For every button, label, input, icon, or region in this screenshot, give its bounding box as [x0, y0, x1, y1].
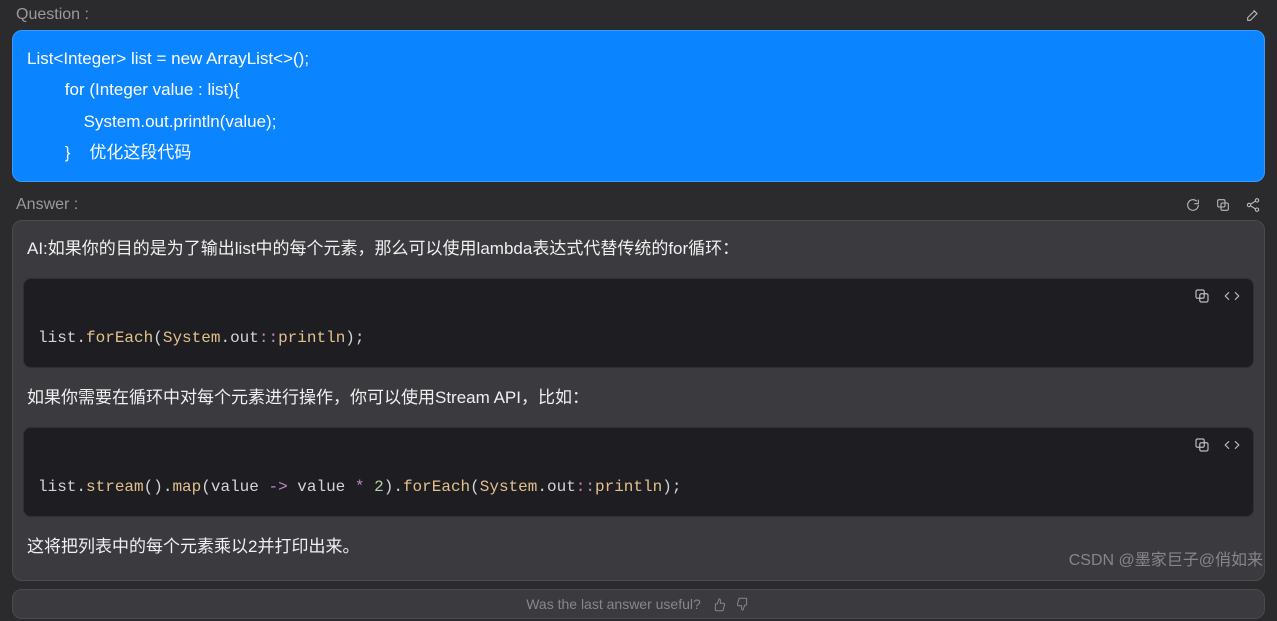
copy-icon[interactable]	[1215, 197, 1231, 213]
answer-header: Answer :	[0, 190, 1277, 218]
code-body-2[interactable]: list.stream().map(value -> value * 2).fo…	[24, 458, 1253, 516]
edit-icon[interactable]	[1245, 7, 1261, 23]
answer-outro: 这将把列表中的每个元素乘以2并打印出来。	[13, 523, 1264, 570]
insert-code-icon[interactable]	[1223, 436, 1241, 454]
question-body: List<Integer> list = new ArrayList<>(); …	[12, 30, 1265, 182]
thumbs-up-icon[interactable]	[711, 597, 726, 612]
feedback-prompt: Was the last answer useful?	[526, 596, 701, 612]
code-body-1[interactable]: list.forEach(System.out::println);	[24, 309, 1253, 367]
question-label: Question :	[16, 6, 89, 24]
answer-mid: 如果你需要在循环中对每个元素进行操作，你可以使用Stream API，比如：	[13, 374, 1264, 421]
share-icon[interactable]	[1245, 197, 1261, 213]
copy-code-icon[interactable]	[1193, 287, 1211, 305]
answer-intro: AI:如果你的目的是为了输出list中的每个元素，那么可以使用lambda表达式…	[13, 225, 1264, 272]
question-header: Question :	[0, 0, 1277, 28]
answer-label: Answer :	[16, 196, 78, 214]
refresh-icon[interactable]	[1185, 197, 1201, 213]
code-block-2: list.stream().map(value -> value * 2).fo…	[23, 427, 1254, 517]
copy-code-icon[interactable]	[1193, 436, 1211, 454]
answer-body: AI:如果你的目的是为了输出list中的每个元素，那么可以使用lambda表达式…	[12, 220, 1265, 582]
code-block-1: list.forEach(System.out::println);	[23, 278, 1254, 368]
insert-code-icon[interactable]	[1223, 287, 1241, 305]
feedback-bar: Was the last answer useful?	[12, 589, 1265, 619]
thumbs-down-icon[interactable]	[736, 597, 751, 612]
